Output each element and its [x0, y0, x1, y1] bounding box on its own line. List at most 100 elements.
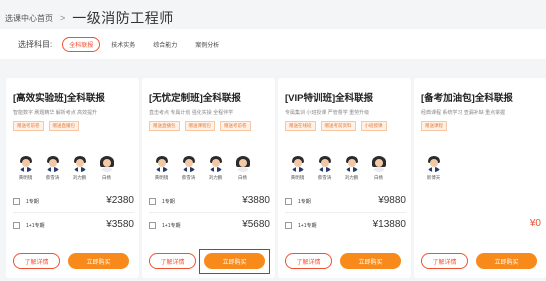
teacher-item[interactable]: 白杨	[230, 156, 255, 181]
plan-option[interactable]: 1专期 ¥9880	[285, 195, 406, 207]
course-subtitle: 智能数字 刷题精华 解析考点 高效提升	[13, 110, 98, 116]
teacher-item[interactable]: 黄明镜	[13, 156, 38, 181]
teacher-name: 白杨	[102, 175, 111, 180]
plan-option[interactable]: 1+1专期 ¥13880	[285, 219, 406, 231]
breadcrumb-home-link[interactable]: 选课中心首页	[5, 13, 53, 24]
course-title: [无忧定制班]全科联报	[149, 93, 241, 104]
course-tag: 赠送考前卷	[13, 121, 44, 131]
buy-now-button[interactable]: 立即购买	[68, 253, 129, 269]
course-tag: 赠送考前资料	[320, 121, 356, 131]
teacher-avatar	[98, 156, 115, 172]
plan-option[interactable]: 1+1专期 ¥3580	[13, 219, 134, 231]
teacher-name: 黄明镜	[18, 175, 33, 180]
divider	[285, 212, 406, 213]
plan-option[interactable]: 1专期 ¥2380	[13, 195, 134, 207]
course-tag: 小班授课	[360, 121, 387, 131]
plan-checkbox[interactable]	[285, 221, 292, 229]
subject-pill-case[interactable]: 案例分析	[188, 37, 226, 52]
course-tag: 赠送课程包	[184, 121, 215, 131]
plan-checkbox[interactable]	[149, 221, 156, 229]
plan-price: ¥9880	[378, 195, 406, 206]
teacher-name: 白杨	[238, 175, 247, 180]
plan-checkbox[interactable]	[13, 221, 20, 229]
plan-price: ¥13880	[372, 219, 406, 230]
teacher-name: 新博天	[426, 175, 441, 180]
plan-checkbox[interactable]	[149, 197, 156, 205]
teacher-avatar	[17, 156, 34, 172]
plan-option[interactable]: 1专期 ¥3880	[149, 195, 270, 207]
teacher-item[interactable]: 刘力鹏	[203, 156, 228, 181]
course-subtitle: 专属集训 小班授课 严管督学 重劳升级	[285, 110, 370, 116]
course-tag: 赠送课程	[421, 121, 447, 131]
teacher-name: 蔡雪涛	[317, 175, 332, 180]
divider	[13, 212, 134, 213]
teacher-name: 刘力鹏	[344, 175, 359, 180]
plan-option[interactable]: 1+1专期 ¥5680	[149, 219, 270, 231]
teacher-name: 蔡雪涛	[181, 175, 196, 180]
details-button[interactable]: 了解详情	[13, 253, 60, 269]
plan-name: 1专期	[26, 198, 39, 205]
details-button[interactable]: 了解详情	[421, 253, 468, 269]
teacher-avatar	[289, 156, 306, 172]
teacher-name: 刘力鹏	[208, 175, 223, 180]
course-tag: 赠送直播包	[48, 121, 79, 131]
teacher-item[interactable]: 黄明镜	[149, 156, 174, 181]
teacher-item[interactable]: 蔡雪涛	[40, 156, 65, 181]
teacher-item[interactable]: 刘力鹏	[67, 156, 92, 181]
course-card-2: [无忧定制班]全科联报 直击考点 专属计划 强化实操 全程伴学 赠送直播包 赠送…	[142, 78, 275, 278]
details-button[interactable]: 了解详情	[285, 253, 332, 269]
plan-name: 1专期	[162, 198, 175, 205]
teacher-item[interactable]: 蔡雪涛	[176, 156, 201, 181]
subject-pill-all[interactable]: 全科联报	[62, 36, 101, 52]
teacher-item[interactable]: 白杨	[94, 156, 119, 181]
teacher-avatar	[207, 156, 224, 172]
course-title: [VIP特训班]全科联报	[285, 93, 374, 104]
plan-checkbox[interactable]	[285, 197, 292, 205]
course-subtitle: 经典课程 系统学习 查漏补缺 重点掌握	[421, 110, 506, 116]
plan-checkbox[interactable]	[13, 197, 20, 205]
plan-price: ¥2380	[106, 195, 134, 206]
teacher-avatar	[44, 156, 61, 172]
plan-name: 1+1专期	[26, 222, 45, 229]
teacher-avatar	[180, 156, 197, 172]
teacher-name: 黄明镜	[290, 175, 305, 180]
course-card-1: [高效实验班]全科联报 智能数字 刷题精华 解析考点 高效提升 赠送考前卷 赠送…	[6, 78, 139, 278]
course-title: [高效实验班]全科联报	[13, 93, 105, 104]
teacher-avatar	[234, 156, 251, 172]
course-title: [备考加油包]全科联报	[421, 93, 513, 104]
plan-price: ¥3880	[242, 195, 270, 206]
plan-price: ¥5680	[242, 219, 270, 230]
teacher-avatar	[153, 156, 170, 172]
buy-now-button[interactable]: 立即购买	[199, 249, 270, 274]
course-card-4: [备考加油包]全科联报 经典课程 系统学习 查漏补缺 重点掌握 赠送课程 新博天…	[414, 78, 546, 278]
teacher-item[interactable]: 白杨	[366, 156, 391, 181]
teacher-item[interactable]: 新博天	[421, 156, 446, 181]
teacher-avatar	[343, 156, 360, 172]
subject-filter-bar: 选择科目: 全科联报 技术实务 综合能力 案例分析	[0, 29, 546, 59]
course-tag: 赠送在线班	[285, 121, 316, 131]
teacher-name: 白杨	[374, 175, 383, 180]
teacher-name: 刘力鹏	[72, 175, 87, 180]
plan-name: 1+1专期	[298, 222, 317, 229]
buy-now-button[interactable]: 立即购买	[476, 253, 537, 269]
teacher-item[interactable]: 刘力鹏	[339, 156, 364, 181]
highlight-box	[199, 249, 270, 274]
plan-price: ¥3580	[106, 219, 134, 230]
teacher-name: 蔡雪涛	[45, 175, 60, 180]
teacher-name: 黄明镜	[154, 175, 169, 180]
subject-pill-tech[interactable]: 技术实务	[104, 37, 142, 52]
breadcrumb-separator: >	[60, 13, 66, 23]
plan-name: 1专期	[298, 198, 311, 205]
teacher-item[interactable]: 蔡雪涛	[312, 156, 337, 181]
course-card-3: [VIP特训班]全科联报 专属集训 小班授课 严管督学 重劳升级 赠送在线班 赠…	[278, 78, 411, 278]
teacher-avatar	[316, 156, 333, 172]
subject-pill-ability[interactable]: 综合能力	[146, 37, 184, 52]
plan-name: 1+1专期	[162, 222, 181, 229]
details-button[interactable]: 了解详情	[149, 253, 196, 269]
breadcrumb: 选课中心首页 > 一级消防工程师	[5, 8, 174, 28]
teacher-avatar	[425, 156, 442, 172]
teacher-avatar	[71, 156, 88, 172]
buy-now-button[interactable]: 立即购买	[340, 253, 401, 269]
teacher-item[interactable]: 黄明镜	[285, 156, 310, 181]
teacher-avatar	[370, 156, 387, 172]
